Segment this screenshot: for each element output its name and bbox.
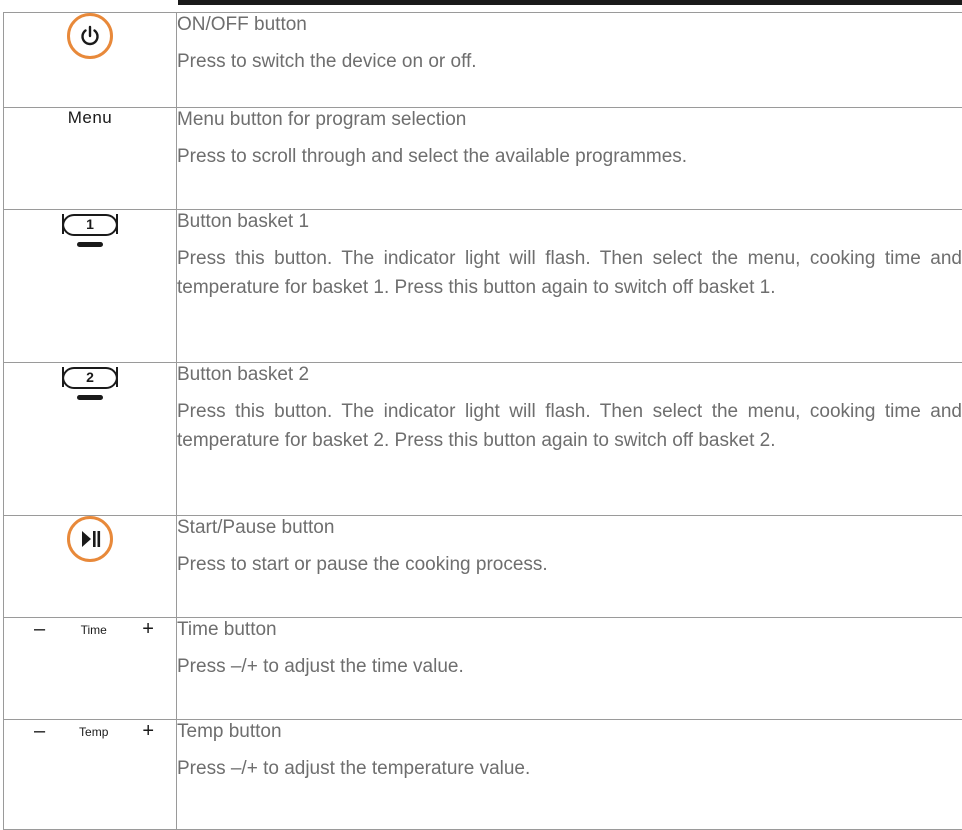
plus-icon: + xyxy=(142,720,154,743)
row-title: Start/Pause button xyxy=(177,516,962,540)
row-title: Menu button for program selection xyxy=(177,108,962,132)
basket-1-icon: 1 xyxy=(60,210,120,254)
row-title: Temp button xyxy=(177,720,962,744)
icon-cell: 2 xyxy=(4,363,177,516)
row-description: Press to scroll through and select the a… xyxy=(177,142,962,171)
table-row: – Time + Time button Press –/+ to adjust… xyxy=(4,618,962,720)
minus-icon: – xyxy=(34,720,45,743)
row-description: Press –/+ to adjust the temperature valu… xyxy=(177,754,962,783)
plus-icon: + xyxy=(142,618,154,641)
temp-label: Temp xyxy=(79,725,108,739)
text-cell: Button basket 2 Press this button. The i… xyxy=(177,363,962,516)
text-cell: Temp button Press –/+ to adjust the temp… xyxy=(177,720,962,830)
row-description: Press this button. The indicator light w… xyxy=(177,244,962,302)
table-row: 1 Button basket 1 Press this button. The… xyxy=(4,210,962,363)
icon-cell: Menu xyxy=(4,108,177,210)
icon-cell xyxy=(4,516,177,618)
text-cell: ON/OFF button Press to switch the device… xyxy=(177,13,962,108)
time-stepper-icon: – Time + xyxy=(4,618,176,641)
row-description: Press to switch the device on or off. xyxy=(177,47,962,76)
table-row: ON/OFF button Press to switch the device… xyxy=(4,13,962,108)
table-row: 2 Button basket 2 Press this button. The… xyxy=(4,363,962,516)
temp-stepper-icon: – Temp + xyxy=(4,720,176,743)
row-description: Press this button. The indicator light w… xyxy=(177,397,962,455)
row-title: ON/OFF button xyxy=(177,13,962,37)
icon-cell xyxy=(4,13,177,108)
row-description: Press to start or pause the cooking proc… xyxy=(177,550,962,579)
text-cell: Time button Press –/+ to adjust the time… xyxy=(177,618,962,720)
basket-number: 2 xyxy=(60,369,120,385)
table-row: Menu Menu button for program selection P… xyxy=(4,108,962,210)
time-label: Time xyxy=(81,623,107,637)
row-description: Press –/+ to adjust the time value. xyxy=(177,652,962,681)
row-title: Button basket 2 xyxy=(177,363,962,387)
menu-label: Menu xyxy=(68,108,113,127)
basket-number: 1 xyxy=(60,216,120,232)
icon-cell: – Time + xyxy=(4,618,177,720)
controls-table: ON/OFF button Press to switch the device… xyxy=(3,12,962,830)
top-rule xyxy=(178,0,962,5)
indicator-bar xyxy=(77,242,103,247)
row-title: Time button xyxy=(177,618,962,642)
row-title: Button basket 1 xyxy=(177,210,962,234)
text-cell: Start/Pause button Press to start or pau… xyxy=(177,516,962,618)
icon-cell: 1 xyxy=(4,210,177,363)
power-icon xyxy=(67,13,113,59)
icon-cell: – Temp + xyxy=(4,720,177,830)
play-pause-icon xyxy=(67,516,113,562)
basket-2-icon: 2 xyxy=(60,363,120,407)
text-cell: Button basket 1 Press this button. The i… xyxy=(177,210,962,363)
table-row: – Temp + Temp button Press –/+ to adjust… xyxy=(4,720,962,830)
table-row: Start/Pause button Press to start or pau… xyxy=(4,516,962,618)
text-cell: Menu button for program selection Press … xyxy=(177,108,962,210)
indicator-bar xyxy=(77,395,103,400)
minus-icon: – xyxy=(34,618,45,641)
